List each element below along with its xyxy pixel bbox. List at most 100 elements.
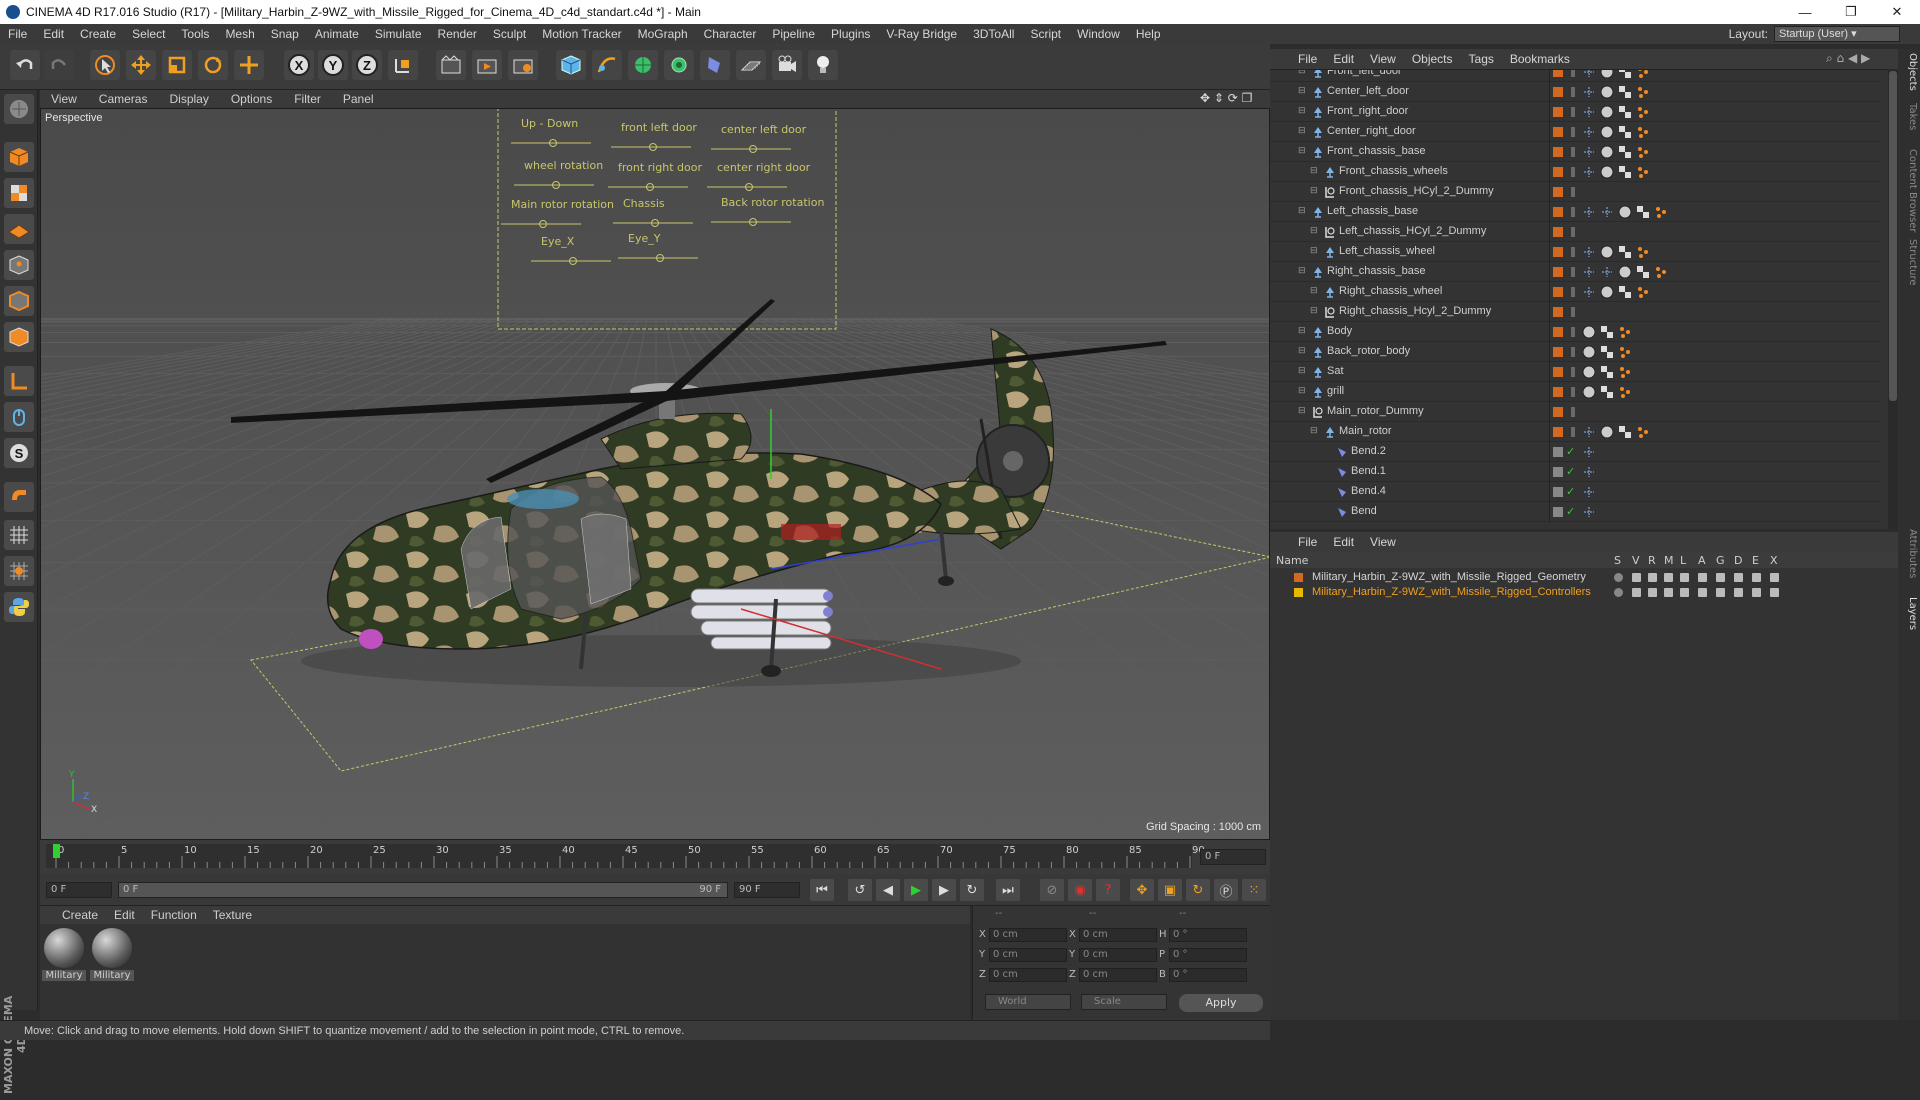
checker-tag-icon[interactable]	[1618, 425, 1632, 439]
layer-toggle-icon[interactable]	[1648, 573, 1657, 582]
layer-toggle-icon[interactable]	[1770, 573, 1779, 582]
layer-toggle-icon[interactable]	[1648, 588, 1657, 597]
side-tab-content-browser[interactable]: Content Browser	[1900, 149, 1918, 232]
cube-primitive-icon[interactable]	[556, 50, 586, 80]
object-row[interactable]: ⊟ Right_chassis_wheel	[1270, 282, 1880, 302]
layer-column-x[interactable]: X	[1770, 554, 1778, 567]
checker-tag-icon[interactable]	[1618, 125, 1632, 139]
previous-frame-button[interactable]: ◀	[876, 879, 900, 901]
checker-tag-icon[interactable]	[1600, 385, 1614, 399]
visibility-dots-icon[interactable]	[1571, 127, 1575, 137]
layer-toggle-icon[interactable]	[1752, 588, 1761, 597]
xpresso-tag-icon[interactable]	[1636, 125, 1650, 139]
coord-value-field[interactable]: 0 °	[1169, 948, 1247, 962]
layer-toggle-icon[interactable]	[1752, 573, 1761, 582]
material-swatch[interactable]: Military	[90, 928, 134, 986]
viewport-menu-options[interactable]: Options	[220, 92, 283, 106]
layer-color-swatch[interactable]	[1553, 507, 1563, 517]
subdivision-surface-icon[interactable]	[628, 50, 658, 80]
texture-mode-icon[interactable]	[4, 178, 34, 208]
visibility-dots-icon[interactable]	[1571, 287, 1575, 297]
key-pla-icon[interactable]: ⁙	[1242, 879, 1266, 901]
layer-color-swatch[interactable]	[1294, 588, 1303, 597]
tree-expander-icon[interactable]: ⊟	[1310, 425, 1318, 436]
tree-expander-icon[interactable]: ⊟	[1298, 145, 1306, 156]
end-frame-field[interactable]: 90 F	[734, 882, 800, 898]
layer-toggle-icon[interactable]	[1770, 588, 1779, 597]
material-tag-icon[interactable]	[1582, 385, 1596, 399]
menu-tools[interactable]: Tools	[173, 27, 217, 41]
x-axis-lock-icon[interactable]: X	[284, 50, 314, 80]
object-row[interactable]: ⊟ Front_right_door	[1270, 102, 1880, 122]
layer-toggle-icon[interactable]	[1664, 588, 1673, 597]
coord-world-dropdown[interactable]: World	[985, 994, 1071, 1010]
xpresso-tag-icon[interactable]	[1654, 265, 1668, 279]
layer-column-g[interactable]: G	[1716, 554, 1725, 567]
tree-expander-icon[interactable]: ⊟	[1298, 325, 1306, 336]
tree-expander-icon[interactable]: ⊟	[1298, 265, 1306, 276]
minimize-button[interactable]: —	[1782, 0, 1828, 24]
coord-value-field[interactable]: 0 cm	[1079, 928, 1157, 942]
visibility-dots-icon[interactable]	[1571, 327, 1575, 337]
layer-toggle-icon[interactable]	[1716, 573, 1725, 582]
material-menu-edit[interactable]: Edit	[106, 908, 143, 922]
object-row[interactable]: ⊟ Body	[1270, 322, 1880, 342]
menu-snap[interactable]: Snap	[263, 27, 307, 41]
layer-column-l[interactable]: L	[1680, 554, 1686, 567]
material-swatch[interactable]: Military	[42, 928, 86, 986]
z-axis-lock-icon[interactable]: Z	[352, 50, 382, 80]
xpresso-tag-icon[interactable]	[1636, 245, 1650, 259]
visibility-dots-icon[interactable]	[1571, 87, 1575, 97]
layer-menu-file[interactable]: File	[1290, 535, 1325, 549]
tree-expander-icon[interactable]: ⊟	[1298, 70, 1306, 76]
xpresso-tag-icon[interactable]	[1636, 105, 1650, 119]
side-tab-objects[interactable]: Objects	[1900, 53, 1918, 91]
layer-color-swatch[interactable]	[1553, 107, 1563, 117]
visibility-dots-icon[interactable]	[1571, 107, 1575, 117]
coord-value-field[interactable]: 0 cm	[989, 948, 1067, 962]
visibility-dots-icon[interactable]	[1571, 387, 1575, 397]
object-row[interactable]: ⊟ Front_chassis_wheels	[1270, 162, 1880, 182]
workplane-icon[interactable]	[4, 214, 34, 244]
visibility-dots-icon[interactable]	[1571, 347, 1575, 357]
coord-value-field[interactable]: 0 °	[1169, 928, 1247, 942]
material-tag-icon[interactable]	[1600, 425, 1614, 439]
object-menu-edit[interactable]: Edit	[1325, 52, 1362, 66]
preview-range-slider[interactable]: 0 F 90 F	[118, 882, 728, 898]
menu-sculpt[interactable]: Sculpt	[485, 27, 534, 41]
coord-value-field[interactable]: 0 cm	[989, 968, 1067, 982]
ik-tag-icon[interactable]	[1582, 445, 1596, 459]
viewport-menu-panel[interactable]: Panel	[332, 92, 385, 106]
points-mode-icon[interactable]	[4, 250, 34, 280]
render-settings-icon[interactable]	[508, 50, 538, 80]
layer-column-v[interactable]: V	[1632, 554, 1640, 567]
ik-tag-icon[interactable]	[1582, 505, 1596, 519]
playhead[interactable]	[53, 844, 60, 858]
material-tag-icon[interactable]	[1582, 325, 1596, 339]
visibility-dots-icon[interactable]	[1571, 407, 1575, 417]
layer-color-swatch[interactable]	[1553, 227, 1563, 237]
layer-menu-edit[interactable]: Edit	[1325, 535, 1362, 549]
viewport-menu-display[interactable]: Display	[158, 92, 219, 106]
viewport-menu-view[interactable]: View	[40, 92, 88, 106]
ik-tag-icon[interactable]	[1582, 245, 1596, 259]
object-menu-file[interactable]: File	[1290, 52, 1325, 66]
deformer-icon[interactable]	[700, 50, 730, 80]
object-row[interactable]: Bend.1 ✓	[1270, 462, 1880, 482]
side-tab-layers[interactable]: Layers	[1900, 597, 1918, 630]
scrollbar-thumb[interactable]	[1889, 71, 1897, 401]
layer-column-d[interactable]: D	[1734, 554, 1742, 567]
layer-color-swatch[interactable]	[1553, 407, 1563, 417]
tree-expander-icon[interactable]: ⊟	[1298, 405, 1306, 416]
visibility-dots-icon[interactable]	[1571, 167, 1575, 177]
cloner-icon[interactable]	[664, 50, 694, 80]
viewport-menu-filter[interactable]: Filter	[283, 92, 332, 106]
side-tab-takes[interactable]: Takes	[1900, 103, 1918, 130]
go-to-end-button[interactable]: ⏭	[996, 879, 1020, 901]
close-button[interactable]: ✕	[1874, 0, 1920, 24]
checker-tag-icon[interactable]	[1600, 365, 1614, 379]
material-tag-icon[interactable]	[1600, 105, 1614, 119]
coord-value-field[interactable]: 0 cm	[989, 928, 1067, 942]
layer-color-swatch[interactable]	[1553, 267, 1563, 277]
layer-toggle-icon[interactable]	[1734, 588, 1743, 597]
